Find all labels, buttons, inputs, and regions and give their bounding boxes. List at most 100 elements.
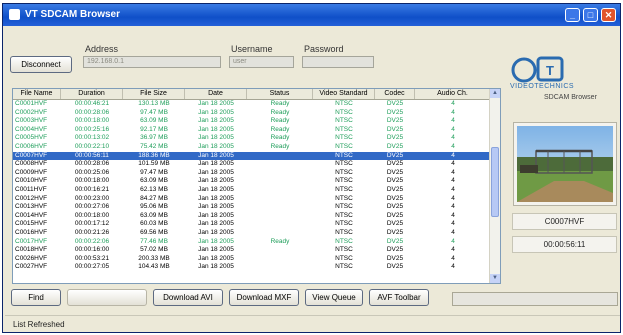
table-cell: NTSC [335,254,353,262]
table-cell: 00:00:18:00 [74,117,110,125]
table-cell: Ready [270,125,290,133]
table-cell: 00:00:28:06 [74,108,110,116]
address-field[interactable]: 192.168.0.1 [83,56,221,68]
table-cell: 4 [451,134,455,142]
table-cell: Ready [270,100,290,107]
table-cell: NTSC [335,100,353,107]
table-row[interactable]: C0018HVF 00:00:16:00 57.02 MB Jan 18 2005 NT… [13,246,491,255]
table-row[interactable]: C0016HVF 00:00:21:26 69.56 MB Jan 18 2005 NT… [13,229,491,238]
table-cell: 4 [451,177,455,185]
table-cell: NTSC [335,263,353,271]
table-row[interactable]: C0005HVF 00:00:13:02 36.97 MB Jan 18 2005 Re… [13,134,491,143]
table-cell: C0002HVF [15,108,48,116]
table-cell [247,220,313,229]
table-cell: 84.27 MB [140,194,168,202]
table-cell: 4 [451,168,455,176]
scroll-up-icon[interactable]: ▲ [490,89,500,98]
table-row[interactable]: C0011HVF 00:00:16:21 62.13 MB Jan 18 2005 NT… [13,186,491,195]
brand-logo: T VIDEOTECHNICS SDCAM Browser [506,49,616,109]
password-label: Password [304,44,344,54]
table-cell: NTSC [335,203,353,211]
table-cell: Jan 18 2005 [198,246,234,254]
table-row[interactable]: C0010HVF 00:00:18:00 63.09 MB Jan 18 2005 NT… [13,177,491,186]
table-cell: NTSC [335,237,353,245]
table-cell: 57.02 MB [140,246,168,254]
table-row[interactable]: C0012HVF 00:00:23:00 84.27 MB Jan 18 2005 NT… [13,195,491,204]
disabled-button[interactable] [67,289,147,306]
table-cell: DV25 [386,194,404,202]
clip-table: File Name Duration File Size Date Status Vide… [12,88,501,284]
disconnect-button[interactable]: Disconnect [10,56,72,73]
table-cell: Jan 18 2005 [198,185,234,193]
table-row[interactable]: C0008HVF 00:00:28:06 101.59 MB Jan 18 2005 N… [13,160,491,169]
table-row[interactable]: C0015HVF 00:00:17:12 60.03 MB Jan 18 2005 NT… [13,220,491,229]
table-cell: DV25 [386,203,404,211]
table-cell: Jan 18 2005 [198,263,234,271]
product-name: SDCAM Browser [544,94,597,101]
column-header[interactable]: File Size [123,89,185,99]
table-row[interactable]: C0014HVF 00:00:18:00 63.09 MB Jan 18 2005 NT… [13,212,491,221]
download-avi-button[interactable]: Download AVI [153,289,223,306]
table-cell: NTSC [335,151,353,159]
download-mxf-button[interactable]: Download MXF [229,289,299,306]
table-cell: 00:00:27:05 [74,263,110,271]
table-cell: DV25 [386,142,404,150]
table-cell: DV25 [386,263,404,271]
column-header[interactable]: File Name [13,89,61,99]
table-cell: Jan 18 2005 [198,203,234,211]
username-field[interactable]: user [229,56,294,68]
table-cell: 188.36 MB [138,151,170,159]
table-cell: C0016HVF [15,228,48,236]
column-header[interactable]: Codec [375,89,415,99]
table-cell: 63.09 MB [140,211,168,219]
table-cell: 00:00:46:21 [74,100,110,107]
table-cell: C0017HVF [15,237,48,245]
table-cell: 00:00:56:11 [75,151,109,159]
scroll-thumb[interactable] [491,147,499,217]
username-label: Username [231,44,273,54]
table-cell: 62.13 MB [140,185,168,193]
column-header[interactable]: Video Standard [313,89,375,99]
table-row[interactable]: C0003HVF 00:00:18:00 63.09 MB Jan 18 2005 Re… [13,117,491,126]
table-cell: C0011HVF [15,185,47,193]
table-cell: NTSC [335,117,353,125]
column-header[interactable]: Date [185,89,247,99]
table-row[interactable]: C0006HVF 00:00:22:10 75.42 MB Jan 18 2005 Re… [13,143,491,152]
table-row[interactable]: C0004HVF 00:00:25:16 92.17 MB Jan 18 2005 Re… [13,126,491,135]
table-cell: NTSC [335,108,353,116]
column-header[interactable]: Status [247,89,313,99]
table-scrollbar[interactable]: ▲ ▼ [489,89,500,283]
table-row[interactable]: C0027HVF 00:00:27:05 104.43 MB Jan 18 2005 N… [13,263,491,272]
table-cell: DV25 [386,177,404,185]
table-cell: C0001HVF [15,100,48,107]
table-cell: DV25 [386,168,404,176]
table-row[interactable]: C0001HVF 00:00:46:21 130.13 MB Jan 18 2005 R… [13,100,491,109]
avf-toolbar-button[interactable]: AVF Toolbar [369,289,429,306]
scroll-down-icon[interactable]: ▼ [490,274,500,283]
table-cell [247,246,313,255]
table-row[interactable]: C0009HVF 00:00:25:06 97.47 MB Jan 18 2005 NT… [13,169,491,178]
table-row[interactable]: C0017HVF 00:00:22:06 77.46 MB Jan 18 2005 Re… [13,238,491,247]
view-queue-button[interactable]: View Queue [305,289,363,306]
table-row[interactable]: C0026HVF 00:00:53:21 200.33 MB Jan 18 2005 N… [13,255,491,264]
table-cell: 00:00:22:06 [74,237,110,245]
find-button[interactable]: Find [11,289,61,306]
table-row[interactable]: C0002HVF 00:00:28:06 97.47 MB Jan 18 2005 Re… [13,109,491,118]
table-cell: Jan 18 2005 [198,142,234,150]
minimize-button[interactable]: _ [565,8,580,22]
table-cell: 60.03 MB [140,220,168,228]
table-cell: NTSC [335,134,353,142]
table-row[interactable]: C0007HVF 00:00:56:11 188.36 MB Jan 18 2005 N… [13,151,491,161]
table-cell: 00:00:22:10 [74,142,110,150]
maximize-button[interactable]: □ [583,8,598,22]
table-cell: NTSC [335,160,353,168]
preview-duration: 00:00:56:11 [512,236,617,253]
table-cell: 4 [451,220,455,228]
table-cell: C0005HVF [15,134,48,142]
password-field[interactable] [302,56,374,68]
table-row[interactable]: C0013HVF 00:00:27:06 95.06 MB Jan 18 2005 NT… [13,203,491,212]
table-cell [247,203,313,212]
column-header[interactable]: Audio Ch. [415,89,491,99]
close-button[interactable]: ✕ [601,8,616,22]
column-header[interactable]: Duration [61,89,123,99]
